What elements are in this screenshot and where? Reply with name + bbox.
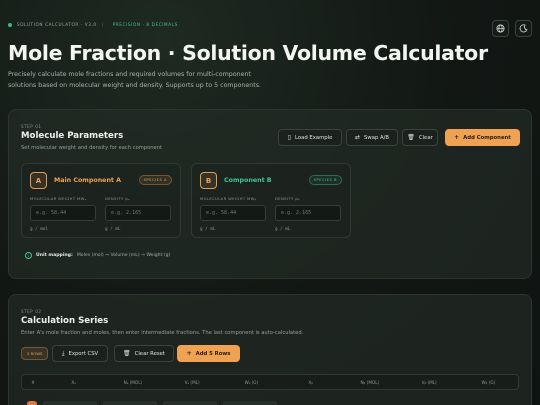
unit-mapping: i Unit mapping: Moles (mol) → Volume (mL… (25, 252, 170, 259)
trash-icon: 🗑 (407, 134, 415, 141)
molecular-weight-input[interactable]: e.g. 58.44 (200, 205, 266, 221)
molecular-weight-unit: g / mL (200, 227, 216, 232)
card-description: Set molecular weight and density for eac… (21, 145, 163, 151)
load-example-label: Load Example (294, 134, 333, 141)
density-unit: g / mL (105, 227, 121, 232)
component-name: Main Component A (54, 177, 122, 184)
density-input[interactable]: e.g. 2.165 (275, 205, 341, 221)
swap-label: Swap A/B (364, 134, 390, 141)
page-subtitle: Precisely calculate mole fractions and r… (8, 71, 262, 89)
plus-icon: + (454, 134, 460, 141)
top-icons (492, 20, 532, 37)
page-title: Mole Fraction · Solution Volume Calculat… (8, 41, 488, 65)
app-topbar: SOLUTION CALCULATOR · V3.0 | PRECISION ·… (8, 22, 178, 27)
column-header: Nᵦ (MOL) (360, 379, 380, 385)
row-index-chip (27, 401, 37, 405)
precision-label: PRECISION · 8 DECIMALS (112, 22, 178, 27)
step-label: STEP 02 (21, 309, 42, 314)
calculation-series-card: STEP 02 Calculation Series Enter A's mol… (8, 294, 532, 405)
add-component-label: Add Component (463, 134, 511, 141)
rows-count-badge: 5 ROWS (21, 347, 49, 360)
density-label: DENSITY ρₐ (105, 197, 130, 201)
table-cell-input[interactable] (43, 401, 97, 405)
column-header: Xₐ (71, 379, 76, 385)
export-csv-button[interactable]: ⤓ Export CSV (52, 345, 108, 362)
density-unit: g / mL (275, 227, 291, 232)
column-header: Xᵦ (308, 379, 313, 385)
density-label: DENSITY ρᵦ (275, 197, 300, 201)
molecule-parameters-card: STEP 01 Molecule Parameters Set molecula… (8, 109, 532, 279)
trash-icon: 🗑 (123, 350, 131, 357)
swap-icon: ⇄ (354, 134, 360, 141)
molecular-weight-unit: g / mol (30, 227, 49, 232)
species-badge: SPECIES A (138, 175, 172, 185)
add-component-button[interactable]: + Add Component (445, 129, 520, 146)
status-dot (8, 22, 12, 27)
column-header: Vₐ (ML) (184, 379, 200, 385)
molecular-weight-input[interactable]: e.g. 58.44 (30, 205, 96, 221)
add-rows-button[interactable]: + Add 5 Rows (177, 345, 240, 362)
density-input[interactable]: e.g. 2.165 (105, 205, 171, 221)
step-label: STEP 01 (21, 124, 42, 129)
column-header: Nₐ (MOL) (123, 379, 143, 385)
export-csv-label: Export CSV (68, 350, 99, 357)
download-icon: ⤓ (61, 349, 65, 357)
component-name: Component B (224, 177, 272, 184)
column-header: # (31, 379, 35, 385)
component-b-panel: B Component B SPECIES B MOLECULAR WEIGHT… (191, 163, 351, 238)
moon-icon[interactable] (515, 20, 532, 37)
component-letter: B (200, 172, 217, 189)
plus-icon: + (186, 350, 192, 357)
card-description: Enter A's mole fraction and moles, then … (21, 330, 304, 336)
column-header: Vᵦ (ML) (421, 379, 437, 385)
topbar-separator: | (101, 22, 104, 27)
table-row[interactable] (27, 401, 277, 405)
swap-button[interactable]: ⇄ Swap A/B (346, 129, 398, 146)
document-icon: ▯ (287, 134, 291, 141)
info-icon: i (25, 252, 32, 259)
clear-reset-label: Clear Reset (134, 350, 165, 357)
card-title: Calculation Series (21, 316, 109, 326)
molecular-weight-label: MOLECULAR WEIGHT MWᵦ (200, 197, 257, 201)
component-letter: A (30, 172, 47, 189)
globe-icon[interactable] (492, 20, 509, 37)
table-cell (223, 401, 277, 405)
card-title: Molecule Parameters (21, 131, 124, 141)
app-name: SOLUTION CALCULATOR · V3.0 (17, 22, 97, 27)
molecular-weight-label: MOLECULAR WEIGHT MWₐ (30, 197, 87, 201)
column-header: Wₐ (G) (244, 379, 259, 385)
table-cell (163, 401, 217, 405)
table-header: # Xₐ Nₐ (MOL) Vₐ (ML) Wₐ (G) Xᵦ Nᵦ (MOL)… (21, 374, 519, 390)
load-example-button[interactable]: ▯ Load Example (278, 129, 342, 146)
species-badge: SPECIES B (308, 175, 342, 185)
component-a-panel: A Main Component A SPECIES A MOLECULAR W… (21, 163, 181, 238)
column-header: Wᵦ (G) (481, 379, 496, 385)
clear-reset-button[interactable]: 🗑 Clear Reset (114, 345, 174, 362)
table-cell-input[interactable] (103, 401, 157, 405)
clear-label: Clear (418, 134, 433, 141)
unit-mapping-label: Unit mapping: (36, 253, 73, 258)
unit-mapping-text: Moles (mol) → Volume (mL) → Weight (g) (76, 253, 171, 258)
add-rows-label: Add 5 Rows (195, 350, 231, 357)
clear-button[interactable]: 🗑 Clear (402, 129, 438, 146)
